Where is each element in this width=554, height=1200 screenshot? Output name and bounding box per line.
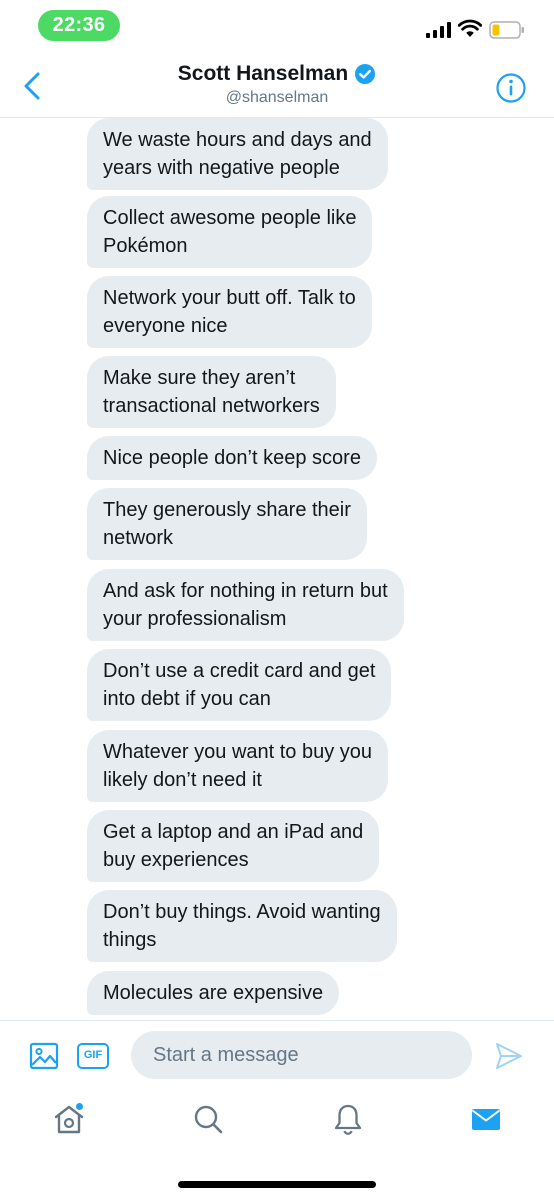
contact-name: Scott Hanselman [177,62,349,85]
message-bubble[interactable]: Molecules are expensive [87,971,340,1015]
message-bubble[interactable]: They generously share their network [87,488,367,560]
message-bubble[interactable]: Nice people don’t keep score [87,436,377,480]
message-bubble[interactable]: Whatever you want to buy you likely don’… [87,730,389,802]
tab-bar [0,1088,554,1158]
battery-low-icon [489,21,524,39]
status-time[interactable]: 22:36 [38,10,120,41]
wifi-icon [458,19,482,37]
cellular-signal-icon [426,22,451,38]
home-notification-dot [76,1103,83,1110]
home-indicator[interactable] [178,1181,376,1188]
image-icon[interactable] [29,1041,59,1071]
contact-handle: @shanselman [225,89,329,106]
message-bubble[interactable]: Don’t buy things. Avoid wanting things [87,890,397,962]
info-icon[interactable] [495,72,527,104]
messages-envelope-icon[interactable] [469,1102,503,1136]
conversation-title[interactable]: Scott Hanselman @shanselman [0,62,554,107]
message-bubble[interactable]: Make sure they aren’t transactional netw… [87,356,336,428]
notifications-bell-icon[interactable] [331,1102,365,1136]
conversation-header: Scott Hanselman @shanselman [0,50,554,118]
message-bubble[interactable]: We waste hours and days and years with n… [87,118,388,190]
send-icon[interactable] [494,1041,524,1071]
message-thread[interactable]: We waste hours and days and years with n… [0,118,554,1020]
search-icon[interactable] [191,1102,225,1136]
message-bubble[interactable]: Collect awesome people like Pokémon [87,196,373,268]
compose-bar: GIF [0,1020,554,1088]
message-input[interactable] [131,1031,472,1079]
status-bar: 22:36 [0,0,554,50]
message-bubble[interactable]: Network your butt off. Talk to everyone … [87,276,372,348]
message-bubble[interactable]: And ask for nothing in return but your p… [87,569,404,641]
verified-badge-icon [355,64,376,84]
message-bubble[interactable]: Get a laptop and an iPad and buy experie… [87,810,380,882]
gif-button[interactable]: GIF [77,1043,109,1069]
message-bubble[interactable]: Don’t use a credit card and get into deb… [87,649,392,721]
